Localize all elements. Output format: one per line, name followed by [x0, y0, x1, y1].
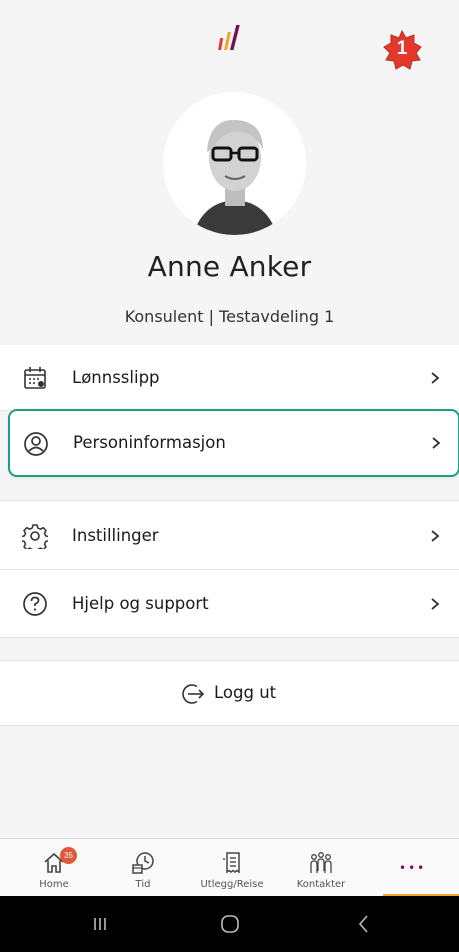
tab-label: Utlegg/Reise [200, 879, 264, 890]
tab-home[interactable]: 35 Home [14, 839, 94, 897]
menu-item-payslip[interactable]: Lønnsslipp [0, 345, 459, 411]
contacts-icon [310, 852, 332, 873]
tab-time[interactable]: Tid [103, 839, 183, 897]
person-icon [24, 432, 48, 456]
section-spacer [0, 480, 459, 500]
tab-label: Tid [135, 879, 151, 890]
home-button-icon[interactable] [216, 912, 244, 936]
logout-arrow-icon [182, 684, 205, 704]
profile-name: Anne Anker [147, 250, 312, 283]
step-number: 1 [396, 38, 408, 59]
time-icon [132, 852, 154, 874]
tab-contacts[interactable]: Kontakter [281, 839, 361, 897]
gear-icon [22, 524, 48, 549]
avatar-photo [163, 92, 306, 235]
bottom-tab-bar: 35 Home Tid Utlegg/Reise Kontakter ••• [0, 838, 459, 897]
system-navigation-bar [0, 896, 459, 952]
menu-item-label: Hjelp og support [72, 594, 209, 613]
menu-item-label: Instillinger [72, 526, 159, 545]
logout-button[interactable]: Logg ut [0, 660, 459, 726]
back-icon[interactable] [350, 912, 378, 936]
tab-expenses[interactable]: Utlegg/Reise [192, 839, 272, 897]
receipt-icon [223, 852, 240, 874]
app-logo-icon [218, 25, 240, 50]
menu-item-settings[interactable]: Instillinger [0, 500, 459, 570]
profile-subtitle: Konsulent | Testavdeling 1 [124, 307, 335, 326]
chevron-right-icon [431, 530, 440, 542]
menu-item-help[interactable]: Hjelp og support [0, 570, 459, 638]
chevron-right-icon [431, 598, 440, 610]
tab-label: Home [39, 879, 69, 890]
help-icon [23, 592, 47, 616]
avatar[interactable] [163, 92, 306, 235]
menu-item-label: Lønnsslipp [72, 368, 160, 387]
more-icon: ••• [399, 861, 427, 875]
profile-header: 1 Anne Anker Konsulent | Testavdeling 1 [0, 0, 459, 345]
tab-label: Kontakter [296, 879, 346, 890]
chevron-right-icon [432, 437, 441, 449]
step-number-badge: 1 [382, 29, 422, 70]
chevron-right-icon [431, 372, 440, 384]
menu-item-personinfo[interactable]: Personinformasjon [8, 409, 459, 477]
tab-more[interactable]: ••• [379, 839, 459, 897]
recent-apps-icon[interactable] [86, 912, 114, 936]
logout-label: Logg ut [214, 683, 277, 702]
notification-badge: 35 [60, 847, 77, 864]
payslip-calendar-icon [24, 367, 46, 389]
menu-item-label: Personinformasjon [73, 433, 226, 452]
